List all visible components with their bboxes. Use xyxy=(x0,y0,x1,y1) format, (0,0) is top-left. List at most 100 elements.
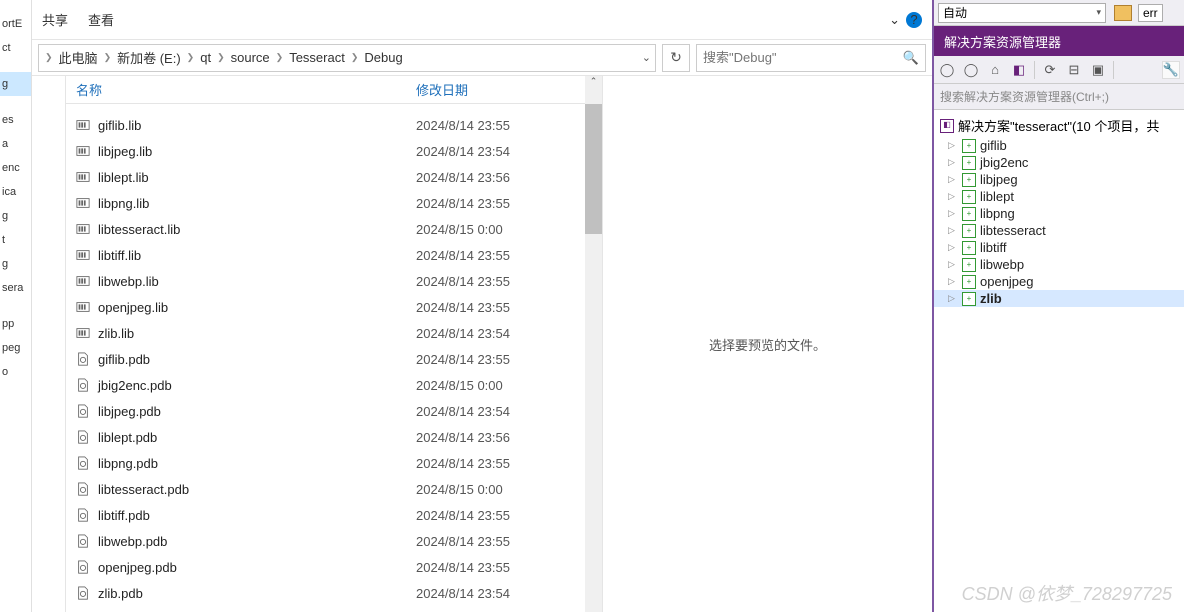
left-nav-item[interactable] xyxy=(0,0,31,12)
left-nav-item[interactable]: sera xyxy=(0,276,31,300)
expand-icon[interactable]: ▷ xyxy=(948,259,958,270)
breadcrumb-sep-icon[interactable] xyxy=(43,52,55,63)
scrollbar-up-icon[interactable]: ⌃ xyxy=(585,76,602,94)
left-nav-item[interactable]: o xyxy=(0,360,31,384)
search-input[interactable] xyxy=(703,50,903,65)
expand-icon[interactable]: ▷ xyxy=(948,208,958,219)
errors-box[interactable]: err xyxy=(1138,4,1163,22)
file-list[interactable]: giflib.lib2024/8/14 23:55libjpeg.lib2024… xyxy=(66,104,602,612)
expand-icon[interactable]: ▷ xyxy=(948,191,958,202)
column-headers[interactable]: 名称 修改日期 ʌ xyxy=(66,76,602,104)
search-box[interactable]: 🔍 xyxy=(696,44,926,72)
left-nav-item[interactable]: pp xyxy=(0,312,31,336)
breadcrumb-segment[interactable]: Tesseract xyxy=(285,50,349,65)
left-nav-item[interactable]: a xyxy=(0,132,31,156)
back-icon[interactable]: ◯ xyxy=(938,61,956,79)
left-nav-item[interactable]: t xyxy=(0,228,31,252)
folder-icon[interactable] xyxy=(1114,5,1132,21)
expand-icon[interactable]: ▷ xyxy=(948,242,958,253)
column-name[interactable]: 名称 xyxy=(76,80,416,99)
ribbon-collapse-icon[interactable]: ⌄ xyxy=(889,12,900,28)
breadcrumb-segment[interactable]: source xyxy=(227,50,274,65)
file-row[interactable]: libjpeg.lib2024/8/14 23:54 xyxy=(66,138,602,164)
column-modified[interactable]: 修改日期 xyxy=(416,80,566,99)
breadcrumb-sep-icon[interactable] xyxy=(274,52,286,63)
breadcrumb-segment[interactable]: 此电脑 xyxy=(55,48,102,67)
breadcrumb-sep-icon[interactable] xyxy=(102,52,114,63)
help-icon[interactable]: ? xyxy=(906,12,922,28)
expand-icon[interactable]: ▷ xyxy=(948,157,958,168)
file-row[interactable]: jbig2enc.pdb2024/8/15 0:00 xyxy=(66,372,602,398)
expand-icon[interactable]: ▷ xyxy=(948,174,958,185)
breadcrumb-sep-icon[interactable] xyxy=(215,52,227,63)
properties-icon[interactable]: 🔧 xyxy=(1162,61,1180,79)
forward-icon[interactable]: ◯ xyxy=(962,61,980,79)
left-nav-item[interactable]: es xyxy=(0,108,31,132)
project-node[interactable]: ▷+zlib xyxy=(934,290,1184,307)
refresh-icon[interactable]: ⟳ xyxy=(1041,61,1059,79)
breadcrumb-bar[interactable]: 此电脑新加卷 (E:) qt source Tesseract Debug ⌄ xyxy=(38,44,656,72)
file-row[interactable]: libtiff.lib2024/8/14 23:55 xyxy=(66,242,602,268)
expand-icon[interactable]: ▷ xyxy=(948,276,958,287)
file-row[interactable]: zlib.lib2024/8/14 23:54 xyxy=(66,320,602,346)
left-nav-item[interactable] xyxy=(0,384,31,396)
breadcrumb-segment[interactable]: qt xyxy=(196,50,215,65)
left-nav-item[interactable]: ica xyxy=(0,180,31,204)
file-row[interactable]: libtesseract.pdb2024/8/15 0:00 xyxy=(66,476,602,502)
vertical-scrollbar[interactable]: ⌃ xyxy=(585,76,602,612)
file-row[interactable]: libwebp.pdb2024/8/14 23:55 xyxy=(66,528,602,554)
left-nav-item[interactable]: ct xyxy=(0,36,31,60)
tab-share[interactable]: 共享 xyxy=(42,10,68,29)
file-row[interactable]: openjpeg.lib2024/8/14 23:55 xyxy=(66,294,602,320)
expand-icon[interactable]: ▷ xyxy=(948,293,958,304)
expand-icon[interactable]: ▷ xyxy=(948,225,958,236)
sync-icon[interactable]: ◧ xyxy=(1010,61,1028,79)
left-nav-item[interactable]: ortE xyxy=(0,12,31,36)
left-nav-item[interactable]: g xyxy=(0,204,31,228)
expand-icon[interactable]: ▷ xyxy=(948,140,958,151)
breadcrumb-segment[interactable]: Debug xyxy=(360,50,406,65)
project-node[interactable]: ▷+libjpeg xyxy=(934,171,1184,188)
file-row[interactable]: liblept.lib2024/8/14 23:56 xyxy=(66,164,602,190)
breadcrumb-segment[interactable]: 新加卷 (E:) xyxy=(113,48,185,67)
file-row[interactable]: openjpeg.pdb2024/8/14 23:55 xyxy=(66,554,602,580)
breadcrumb-sep-icon[interactable] xyxy=(185,52,197,63)
left-nav-item[interactable] xyxy=(0,60,31,72)
solution-search[interactable]: 搜索解决方案资源管理器(Ctrl+;) xyxy=(934,84,1184,110)
dropdown-chevron-icon[interactable]: ⌄ xyxy=(642,51,651,64)
scrollbar-thumb[interactable] xyxy=(585,104,602,234)
file-row[interactable]: libjpeg.pdb2024/8/14 23:54 xyxy=(66,398,602,424)
file-row[interactable]: libtiff.pdb2024/8/14 23:55 xyxy=(66,502,602,528)
project-node[interactable]: ▷+libtesseract xyxy=(934,222,1184,239)
file-row[interactable]: libwebp.lib2024/8/14 23:55 xyxy=(66,268,602,294)
project-node[interactable]: ▷+libpng xyxy=(934,205,1184,222)
solution-node[interactable]: ◧ 解决方案"tesseract"(10 个项目，共 xyxy=(934,114,1184,137)
tab-view[interactable]: 查看 xyxy=(88,10,114,29)
left-nav-item[interactable]: g xyxy=(0,72,31,96)
project-node[interactable]: ▷+libtiff xyxy=(934,239,1184,256)
left-nav-item[interactable] xyxy=(0,300,31,312)
solution-tree[interactable]: ◧ 解决方案"tesseract"(10 个项目，共 ▷+giflib▷+jbi… xyxy=(934,110,1184,612)
collapse-icon[interactable]: ⊟ xyxy=(1065,61,1083,79)
home-icon[interactable]: ⌂ xyxy=(986,61,1004,79)
file-row[interactable]: libpng.lib2024/8/14 23:55 xyxy=(66,190,602,216)
left-nav-item[interactable] xyxy=(0,96,31,108)
file-row[interactable]: libpng.pdb2024/8/14 23:55 xyxy=(66,450,602,476)
show-all-icon[interactable]: ▣ xyxy=(1089,61,1107,79)
file-row[interactable]: libtesseract.lib2024/8/15 0:00 xyxy=(66,216,602,242)
left-nav-item[interactable]: peg xyxy=(0,336,31,360)
file-row[interactable]: zlib.pdb2024/8/14 23:54 xyxy=(66,580,602,606)
file-row[interactable]: giflib.lib2024/8/14 23:55 xyxy=(66,112,602,138)
project-node[interactable]: ▷+libwebp xyxy=(934,256,1184,273)
file-row[interactable]: liblept.pdb2024/8/14 23:56 xyxy=(66,424,602,450)
breadcrumb-sep-icon[interactable] xyxy=(349,52,361,63)
left-nav-item[interactable]: g xyxy=(0,252,31,276)
refresh-button[interactable]: ↻ xyxy=(662,44,690,72)
file-row[interactable]: giflib.pdb2024/8/14 23:55 xyxy=(66,346,602,372)
project-node[interactable]: ▷+giflib xyxy=(934,137,1184,154)
left-nav-item[interactable]: enc xyxy=(0,156,31,180)
config-dropdown[interactable]: 自动 ▾ xyxy=(938,3,1106,23)
project-node[interactable]: ▷+jbig2enc xyxy=(934,154,1184,171)
project-node[interactable]: ▷+liblept xyxy=(934,188,1184,205)
project-node[interactable]: ▷+openjpeg xyxy=(934,273,1184,290)
